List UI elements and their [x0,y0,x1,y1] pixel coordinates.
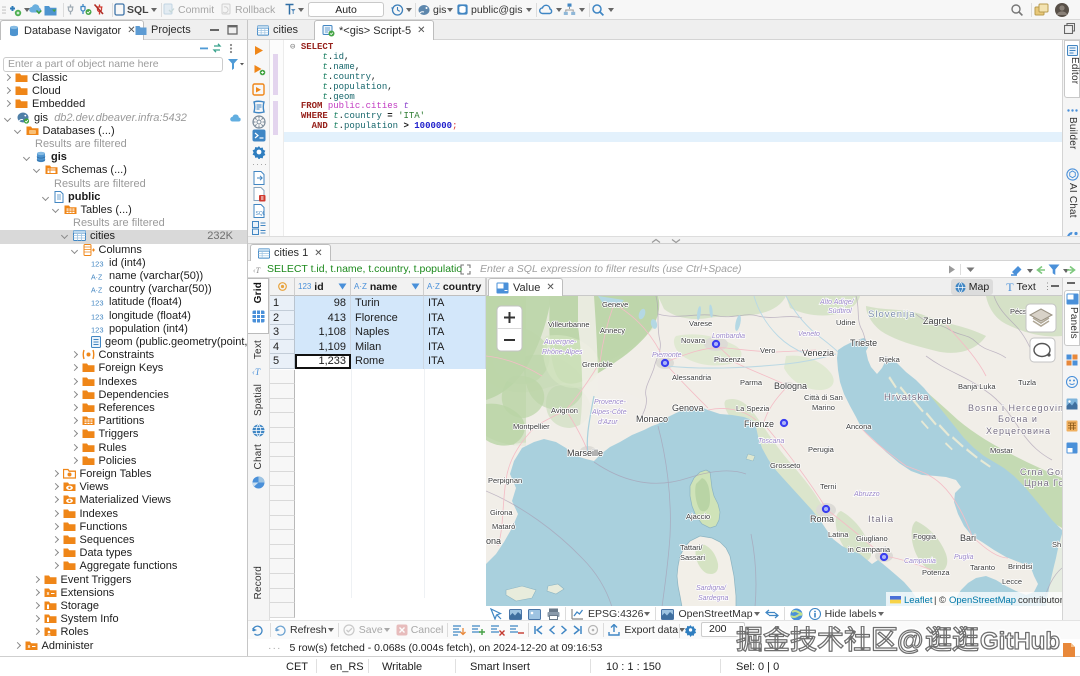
svg-text:Rhône-Alpes: Rhône-Alpes [542,349,583,356]
svg-text:Avignon: Avignon [551,406,578,415]
svg-text:Auvergne-: Auvergne- [543,339,577,346]
svg-text:Bologna: Bologna [774,381,807,391]
svg-text:Tuzla: Tuzla [1018,378,1037,387]
svg-text:Sardegna: Sardegna [698,595,728,602]
svg-text:Босна и: Босна и [998,414,1038,424]
svg-text:Annecy: Annecy [600,326,625,335]
svg-text:Rijeka: Rijeka [879,355,901,364]
svg-text:d'Azur: d'Azur [598,419,618,426]
svg-text:Alessandria: Alessandria [672,373,712,382]
svg-text:Ancona: Ancona [846,422,872,431]
svg-text:123: 123 [91,259,104,268]
svg-text:Montpellier: Montpellier [513,422,550,431]
svg-text:Marino: Marino [812,403,835,412]
svg-text:Varese: Varese [689,319,712,328]
svg-text:‹T: ‹T [252,367,261,377]
svg-text:Latina: Latina [828,530,849,539]
svg-text:Roma: Roma [810,514,834,524]
svg-text:Hrvatska: Hrvatska [884,392,929,403]
svg-text:A·Z: A·Z [91,288,103,295]
svg-text:Puglia: Puglia [954,554,974,561]
svg-text:Lombardia: Lombardia [712,333,745,340]
svg-text:123: 123 [91,325,104,334]
svg-text:Toscana: Toscana [758,438,784,445]
svg-text:123: 123 [91,299,104,308]
svg-text:Udine: Udine [836,318,856,327]
svg-text:Mostar: Mostar [990,446,1013,455]
svg-text:Banja Luka: Banja Luka [958,382,996,391]
svg-text:Genova: Genova [672,403,704,413]
svg-text:La Spezia: La Spezia [736,404,770,413]
svg-text:Lecce: Lecce [1002,577,1022,586]
svg-text:Piemonte: Piemonte [652,352,682,359]
svg-text:Girona: Girona [490,508,513,517]
svg-text:Terni: Terni [820,482,837,491]
svg-text:ona: ona [486,536,501,546]
svg-text:Villeurbanne: Villeurbanne [548,320,590,329]
svg-text:SQL: SQL [256,211,266,217]
svg-text:Црна Го: Црна Го [1024,478,1062,488]
svg-text:Sh: Sh [1052,540,1061,549]
svg-text:Trieste: Trieste [850,338,877,348]
svg-text:Veneto: Veneto [798,331,820,338]
svg-text:©: © [939,595,946,606]
svg-text:Südtirol: Südtirol [828,308,852,315]
svg-text:Vero: Vero [760,346,775,355]
svg-text:Alto Adige/: Alto Adige/ [819,299,855,306]
svg-text:Pécs: Pécs [1010,307,1027,316]
svg-text:A·Z: A·Z [91,275,103,282]
svg-text:Abruzzo: Abruzzo [853,491,880,498]
svg-text:@: @ [897,626,923,655]
svg-text:OpenStreetMap: OpenStreetMap [949,595,1016,606]
svg-text:Venezia: Venezia [802,348,834,358]
svg-text:Ajaccio: Ajaccio [686,512,710,521]
svg-text:Firenze: Firenze [744,419,774,429]
svg-text:Zagreb: Zagreb [923,316,952,326]
svg-text:Херцеговина: Херцеговина [986,426,1051,436]
svg-text:Grenoble: Grenoble [582,360,613,369]
svg-text:Monaco: Monaco [636,414,668,424]
svg-text:Parma: Parma [740,378,763,387]
svg-text:Potenza: Potenza [922,568,950,577]
svg-text:Perpignan: Perpignan [488,476,522,485]
svg-text:Italia: Italia [868,514,894,525]
svg-text:contributors: contributors [1018,595,1062,606]
svg-text:Bosna i Hercegovina: Bosna i Hercegovina [968,403,1062,413]
svg-text:Novara: Novara [681,336,706,345]
svg-text:Tattari/: Tattari/ [680,543,703,552]
svg-text:Provence-: Provence- [594,399,627,406]
svg-text:Grosseto: Grosseto [770,461,800,470]
svg-text:‹T: ‹T [253,266,261,275]
svg-text:Sardigna/: Sardigna/ [696,585,727,592]
svg-text:Città di San: Città di San [804,393,843,402]
svg-text:123: 123 [91,312,104,321]
svg-text:Alpes-Côte: Alpes-Côte [591,409,627,416]
svg-text:Foggia: Foggia [913,532,937,541]
svg-text:Crna Gor: Crna Gor [1020,467,1062,477]
svg-text:Leaflet: Leaflet [904,595,933,606]
svg-text:Bari: Bari [960,533,976,543]
svg-text:GitHub: GitHub [980,628,1060,655]
svg-text:Campania: Campania [904,558,936,565]
svg-text:Slovenija: Slovenija [868,309,916,320]
svg-text:|: | [934,595,936,606]
svg-text:Piacenza: Piacenza [714,355,746,364]
svg-text:Taranto: Taranto [970,563,995,572]
svg-text:Perugia: Perugia [808,445,835,454]
svg-text:Marseille: Marseille [567,448,603,458]
svg-text:Brindisi: Brindisi [1008,562,1033,571]
svg-text:Mataró: Mataró [492,522,515,531]
svg-text:Geneve: Geneve [602,300,628,309]
svg-text:in Campania: in Campania [848,545,891,554]
svg-text:Sassari: Sassari [680,553,705,562]
svg-text:Giugliano: Giugliano [856,534,888,543]
